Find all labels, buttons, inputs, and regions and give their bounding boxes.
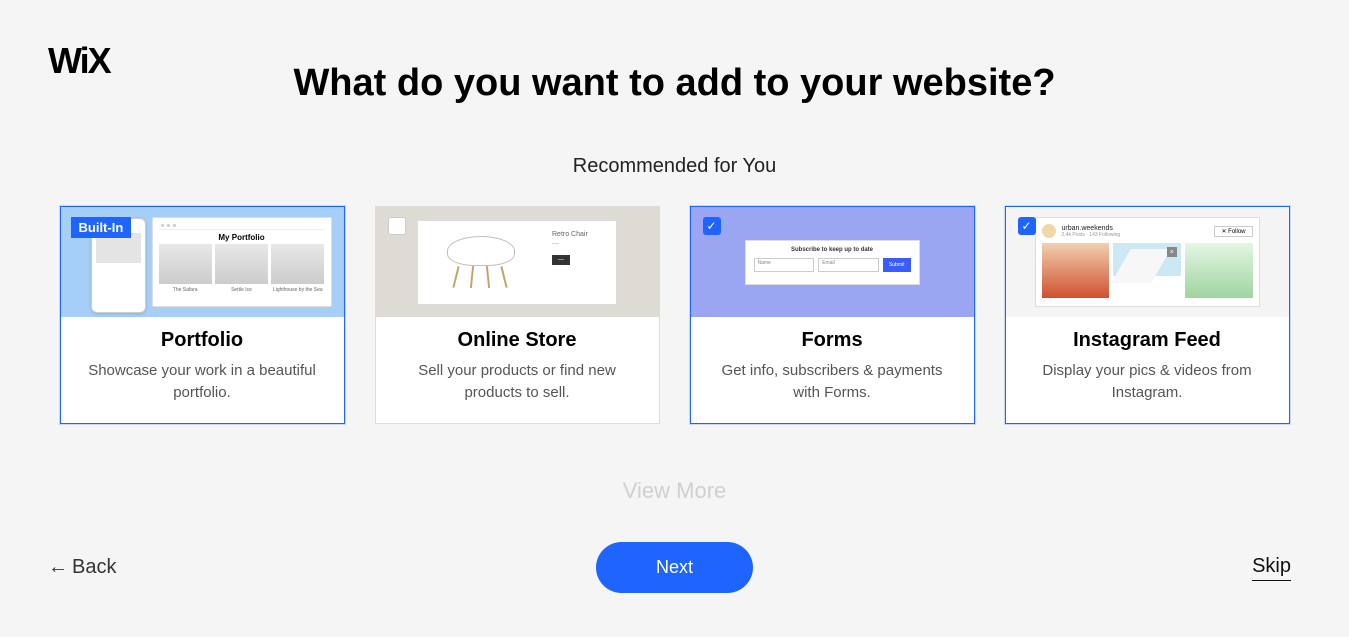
- card-title: Online Store: [392, 329, 643, 352]
- forms-mock: Subscribe to keep up to date Name Email …: [745, 240, 920, 285]
- forms-mock-submit: Submit: [883, 258, 911, 272]
- next-button[interactable]: Next: [596, 542, 753, 593]
- instagram-mock: urban.weekends 2.4k Posts · 143 Followin…: [1035, 217, 1260, 307]
- view-more-link[interactable]: View More: [623, 478, 727, 504]
- store-mock-button: —: [552, 255, 570, 265]
- card-hero: ✓ urban.weekends 2.4k Posts · 143 Follow…: [1006, 207, 1289, 317]
- card-forms[interactable]: ✓ Subscribe to keep up to date Name Emai…: [690, 206, 975, 424]
- card-hero: Retro Chair — —: [376, 207, 659, 317]
- store-mock-product: Retro Chair: [552, 231, 608, 238]
- checkbox-icon: ✓: [703, 217, 721, 235]
- card-title: Instagram Feed: [1022, 329, 1273, 352]
- card-hero: ✓ Subscribe to keep up to date Name Emai…: [691, 207, 974, 317]
- forms-mock-input: Name: [754, 258, 815, 272]
- card-desc: Showcase your work in a beautiful portfo…: [77, 360, 328, 404]
- card-portfolio[interactable]: Built-In My Portfolio The Safara Settle …: [60, 206, 345, 424]
- card-online-store[interactable]: Retro Chair — — Online Store Sell your p…: [375, 206, 660, 424]
- main-content: What do you want to add to your website?…: [0, 62, 1349, 504]
- checkbox-icon: ✓: [1018, 217, 1036, 235]
- store-mock: Retro Chair — —: [417, 220, 617, 305]
- close-icon: ×: [1167, 247, 1177, 257]
- portfolio-browser-mock: My Portfolio The Safara Settle Ice Light…: [152, 217, 332, 307]
- forms-mock-title: Subscribe to keep up to date: [791, 247, 873, 253]
- subtitle: Recommended for You: [573, 155, 776, 178]
- card-desc: Sell your products or find new products …: [392, 360, 643, 404]
- forms-mock-input: Email: [818, 258, 879, 272]
- back-button[interactable]: ← Back: [48, 556, 116, 579]
- back-arrow-icon: ←: [48, 556, 68, 579]
- feature-cards: Built-In My Portfolio The Safara Settle …: [60, 206, 1290, 424]
- instagram-mock-meta: 2.4k Posts · 143 Following: [1062, 232, 1121, 238]
- checkbox-icon: [388, 217, 406, 235]
- card-instagram-feed[interactable]: ✓ urban.weekends 2.4k Posts · 143 Follow…: [1005, 206, 1290, 424]
- card-desc: Get info, subscribers & payments with Fo…: [707, 360, 958, 404]
- builtin-badge: Built-In: [71, 217, 132, 238]
- instagram-mock-image: ×: [1113, 243, 1181, 298]
- card-body: Forms Get info, subscribers & payments w…: [691, 317, 974, 423]
- instagram-mock-image: [1185, 243, 1253, 298]
- footer: ← Back Next Skip: [0, 542, 1349, 593]
- card-title: Forms: [707, 329, 958, 352]
- portfolio-mock-title: My Portfolio: [159, 233, 325, 242]
- page-title: What do you want to add to your website?: [293, 62, 1055, 105]
- instagram-mock-image: [1042, 243, 1110, 298]
- card-desc: Display your pics & videos from Instagra…: [1022, 360, 1273, 404]
- skip-link[interactable]: Skip: [1252, 555, 1291, 581]
- instagram-mock-follow: ✕ Follow: [1214, 226, 1252, 237]
- card-title: Portfolio: [77, 329, 328, 352]
- card-body: Portfolio Showcase your work in a beauti…: [61, 317, 344, 423]
- card-body: Instagram Feed Display your pics & video…: [1006, 317, 1289, 423]
- back-label: Back: [72, 556, 116, 579]
- card-body: Online Store Sell your products or find …: [376, 317, 659, 423]
- card-hero: Built-In My Portfolio The Safara Settle …: [61, 207, 344, 317]
- instagram-mock-username: urban.weekends: [1062, 225, 1121, 232]
- avatar: [1042, 224, 1056, 238]
